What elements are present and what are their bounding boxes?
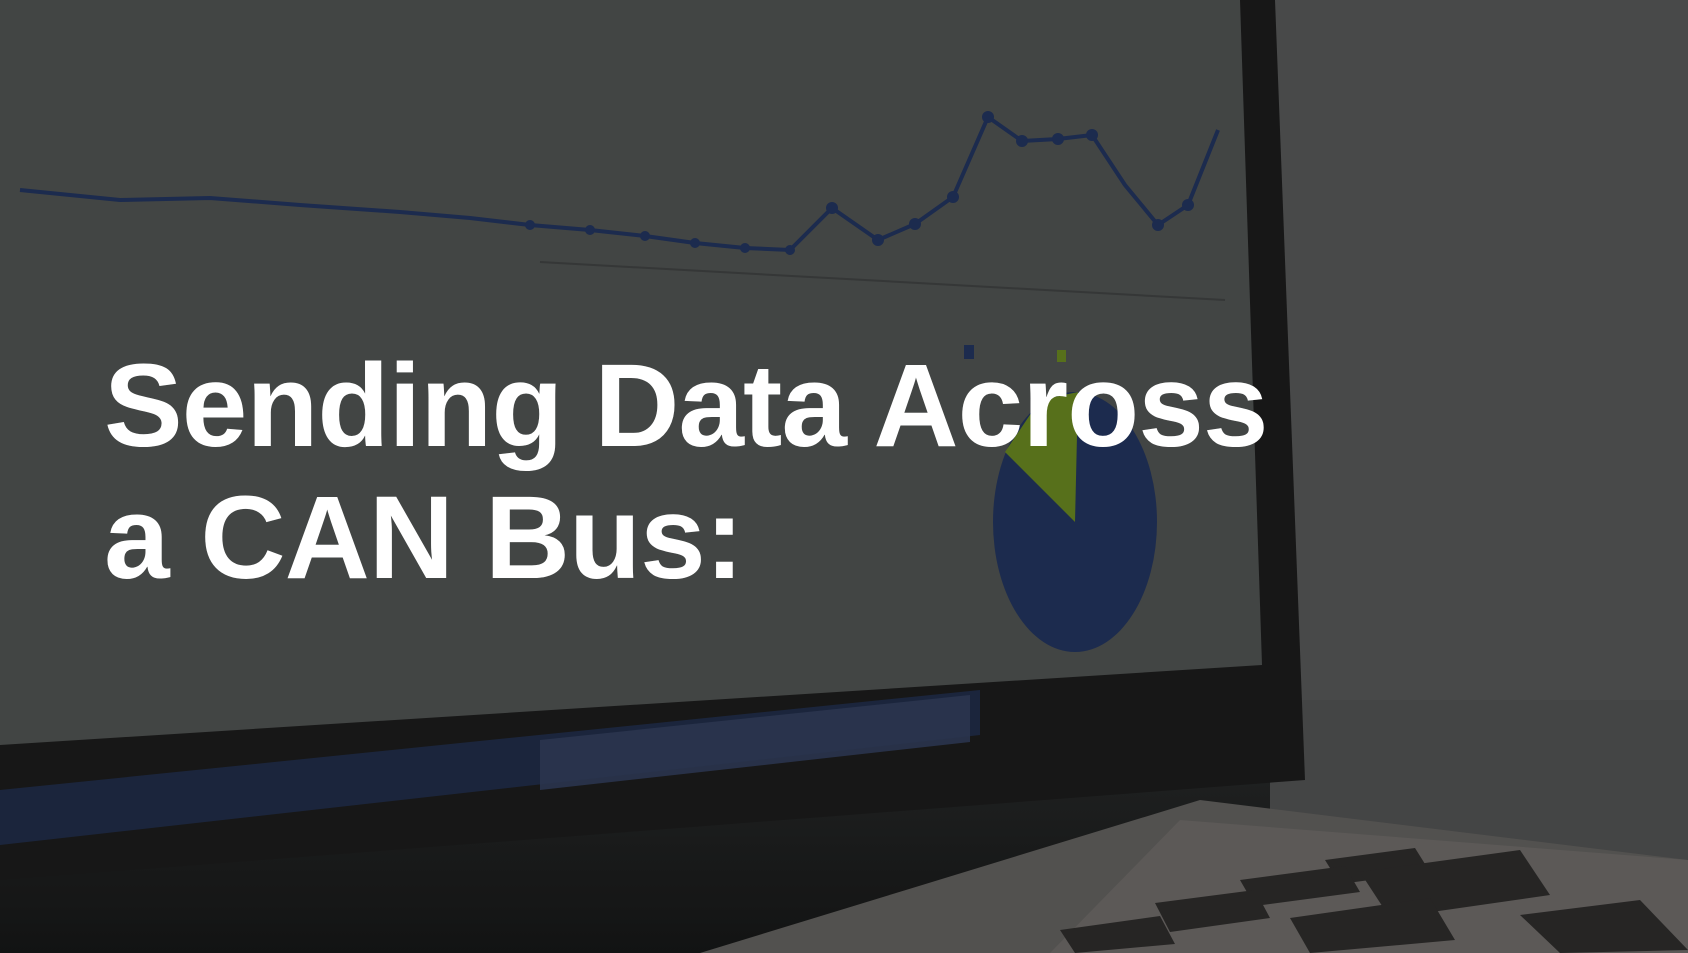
hero-slide: Sending Data Across a CAN Bus: [0,0,1688,953]
slide-title-line-1: Sending Data Across [104,340,1268,472]
slide-title: Sending Data Across a CAN Bus: [104,340,1304,604]
slide-title-line-2: a CAN Bus: [104,472,744,604]
